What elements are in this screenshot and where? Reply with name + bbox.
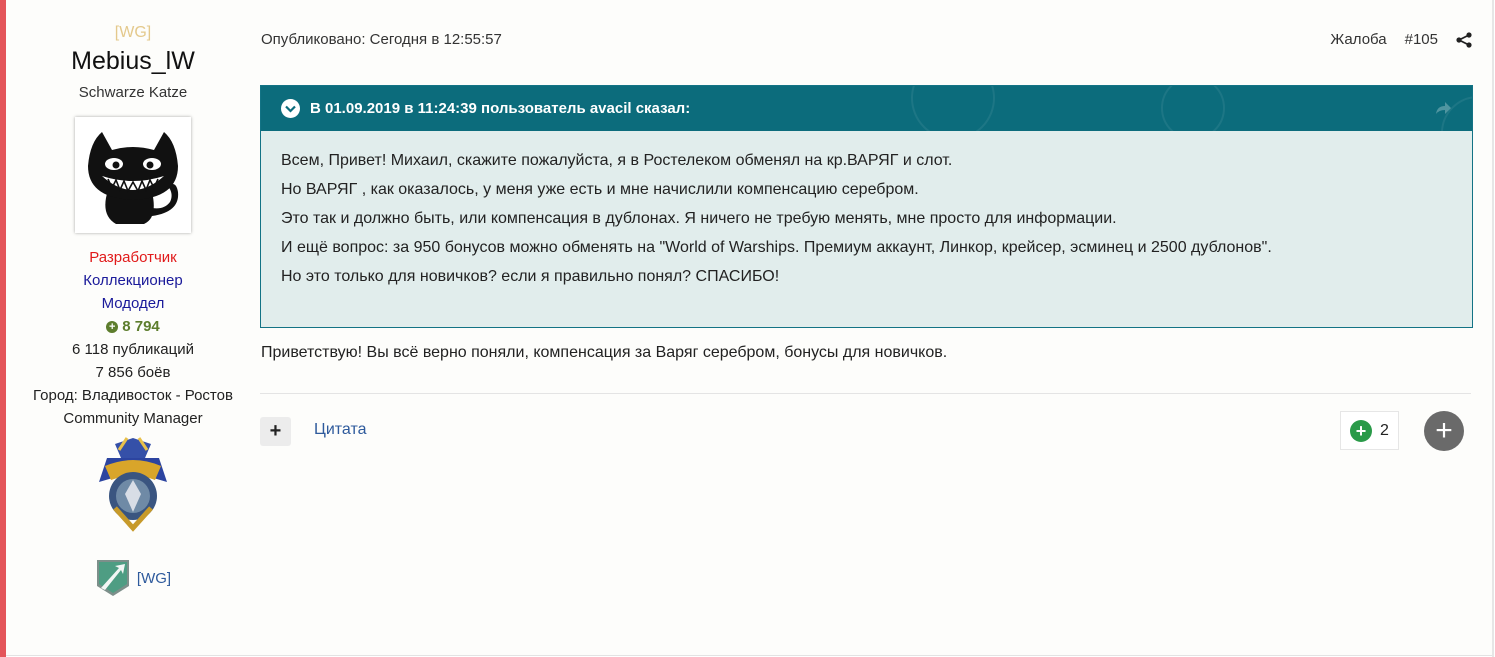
quote-button[interactable]: Цитата	[314, 421, 367, 439]
author-panel: [WG] Mebius_lW Schwarze Katze Разработчи…	[18, 22, 248, 598]
quote-line: Но ВАРЯГ , как оказалось, у меня уже ест…	[281, 181, 919, 198]
reputation-box[interactable]: + 2	[1340, 411, 1399, 450]
group-collector: Коллекционер	[83, 272, 183, 289]
quote-line: И ещё вопрос: за 950 бонусов можно обмен…	[281, 239, 1272, 256]
quote-header[interactable]: В 01.09.2019 в 11:24:39 пользователь ava…	[261, 86, 1472, 131]
cat-avatar-image	[88, 132, 179, 224]
avatar[interactable]	[75, 117, 191, 233]
author-title: Schwarze Katze	[78, 84, 188, 101]
quote-block: В 01.09.2019 в 11:24:39 пользователь ava…	[260, 85, 1473, 328]
chevron-down-icon[interactable]	[281, 99, 300, 118]
clan-row: [WG]	[18, 558, 248, 598]
reputation-count: 2	[1380, 421, 1389, 439]
post-number-link[interactable]: #105	[1405, 31, 1438, 48]
clan-link[interactable]: [WG]	[137, 567, 171, 590]
quote-body: Всем, Привет! Михаил, скажите пожалуйста…	[261, 131, 1472, 291]
reputation: + 8 794	[18, 315, 248, 338]
reputation-plus-icon: +	[106, 320, 119, 333]
accent-bar	[0, 0, 6, 657]
group-modeler: Мододел	[101, 295, 165, 312]
share-icon[interactable]	[1456, 31, 1472, 48]
post-meta: Жалоба #105	[1330, 31, 1472, 48]
group-developer: Разработчик	[89, 249, 177, 266]
quote-line: Всем, Привет! Михаил, скажите пожалуйста…	[281, 152, 953, 169]
report-link[interactable]: Жалоба	[1330, 31, 1386, 48]
author-role: Community Manager	[63, 410, 203, 427]
author-username[interactable]: Mebius_lW	[18, 45, 248, 77]
quote-title: В 01.09.2019 в 11:24:39 пользователь ava…	[310, 100, 691, 117]
author-clan-tag[interactable]: [WG]	[18, 22, 248, 44]
post-date: Опубликовано: Сегодня в 12:55:57	[261, 31, 502, 48]
reputation-value: 8 794	[122, 318, 160, 335]
jump-to-post-icon[interactable]	[1434, 99, 1452, 117]
forum-post: [WG] Mebius_lW Schwarze Katze Разработчи…	[0, 0, 1494, 657]
multiquote-button[interactable]: +	[260, 417, 291, 446]
quote-line: Это так и должно быть, или компенсация в…	[281, 210, 1117, 227]
quote-line: Но это только для новичков? если я прави…	[281, 268, 780, 285]
reputation-plus-icon[interactable]: +	[1350, 419, 1373, 442]
post-edge	[1492, 0, 1494, 657]
react-button[interactable]: +	[1424, 411, 1464, 451]
battle-count: 7 856 боёв	[95, 364, 171, 381]
achievement-badge-icon	[93, 436, 173, 534]
divider	[260, 393, 1471, 394]
clan-shield-icon[interactable]	[95, 558, 131, 598]
post-count: 6 118 публикаций	[71, 341, 194, 358]
reply-text: Приветствую! Вы всё верно поняли, компен…	[261, 344, 948, 361]
author-city: Город: Владивосток - Ростов	[33, 387, 233, 404]
